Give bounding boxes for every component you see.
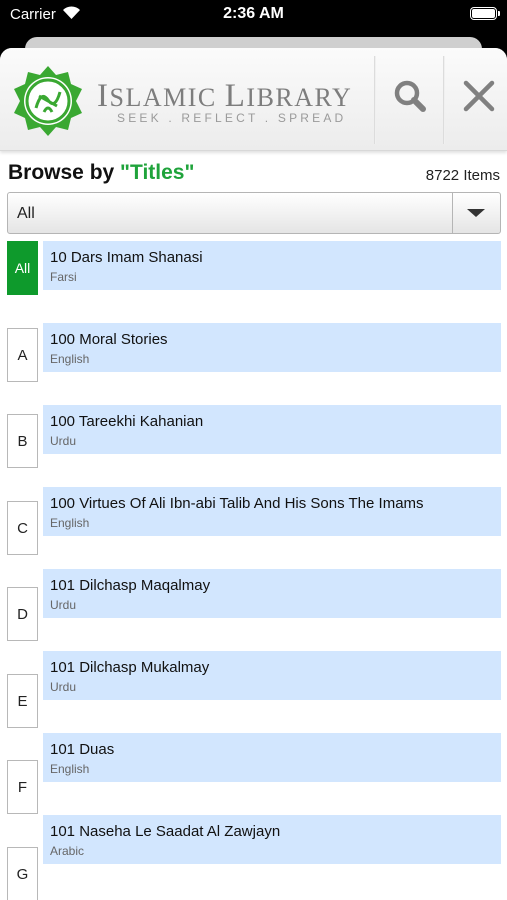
book-language: Urdu xyxy=(50,598,77,612)
app-title: ISLAMIC LIBRARY xyxy=(97,78,353,114)
book-row[interactable]: 101 Duas English xyxy=(43,733,501,782)
book-language: English xyxy=(50,762,90,776)
book-title: 101 Naseha Le Saadat Al Zawjayn xyxy=(50,823,281,840)
alphabet-index-e[interactable]: E xyxy=(7,674,38,728)
book-row[interactable]: 101 Dilchasp Maqalmay Urdu xyxy=(43,569,501,618)
search-button[interactable] xyxy=(390,76,430,116)
item-count: 8722 Items xyxy=(425,167,500,184)
book-title: 100 Moral Stories xyxy=(50,331,168,348)
clock: 2:36 AM xyxy=(223,5,284,22)
book-row[interactable]: 100 Tareekhi Kahanian Urdu xyxy=(43,405,501,454)
book-row[interactable]: 100 Virtues Of Ali Ibn-abi Talib And His… xyxy=(43,487,501,536)
library-sheet: ISLAMIC LIBRARY SEEK . REFLECT . SPREAD … xyxy=(0,48,507,900)
book-title: 101 Dilchasp Maqalmay xyxy=(50,577,211,594)
book-title: 10 Dars Imam Shanasi xyxy=(50,249,203,266)
filter-selected-value: All xyxy=(17,205,35,222)
book-row[interactable]: 10 Dars Imam Shanasi Farsi xyxy=(43,241,501,290)
filter-dropdown[interactable]: All xyxy=(7,192,501,234)
chevron-down-icon xyxy=(467,209,485,217)
alphabet-index-f[interactable]: F xyxy=(7,760,38,814)
alphabet-index-a[interactable]: A xyxy=(7,328,38,382)
book-row[interactable]: 100 Moral Stories English xyxy=(43,323,501,372)
browse-category: "Titles" xyxy=(120,161,195,184)
alphabet-index-c[interactable]: C xyxy=(7,501,38,555)
header-divider xyxy=(374,56,376,144)
book-title: 100 Tareekhi Kahanian xyxy=(50,413,204,430)
book-language: English xyxy=(50,516,90,530)
alphabet-index-all[interactable]: All xyxy=(7,241,38,295)
book-language: Farsi xyxy=(50,270,77,284)
browse-heading: Browse by "Titles" xyxy=(8,161,195,184)
status-bar: Carrier 2:36 AM xyxy=(0,0,507,30)
header-divider xyxy=(443,56,445,144)
battery-icon xyxy=(470,7,500,20)
islamic-library-logo xyxy=(14,66,82,136)
book-title: 101 Dilchasp Mukalmay xyxy=(50,659,210,676)
alphabet-index-g[interactable]: G xyxy=(7,847,38,900)
book-row[interactable]: 101 Naseha Le Saadat Al Zawjayn Arabic xyxy=(43,815,501,864)
book-language: Urdu xyxy=(50,434,77,448)
dropdown-toggle[interactable] xyxy=(452,193,500,233)
alphabet-index-d[interactable]: D xyxy=(7,587,38,641)
book-language: Arabic xyxy=(50,844,85,858)
app-tagline: SEEK . REFLECT . SPREAD xyxy=(117,111,347,125)
alphabet-index-b[interactable]: B xyxy=(7,414,38,468)
book-language: English xyxy=(50,352,90,366)
app-header: ISLAMIC LIBRARY SEEK . REFLECT . SPREAD xyxy=(0,48,507,151)
book-row[interactable]: 101 Dilchasp Mukalmay Urdu xyxy=(43,651,501,700)
book-language: Urdu xyxy=(50,680,77,694)
close-icon xyxy=(463,80,495,112)
search-icon xyxy=(394,80,426,112)
book-title: 101 Duas xyxy=(50,741,115,758)
book-title: 100 Virtues Of Ali Ibn-abi Talib And His… xyxy=(50,495,424,512)
close-button[interactable] xyxy=(459,76,499,116)
